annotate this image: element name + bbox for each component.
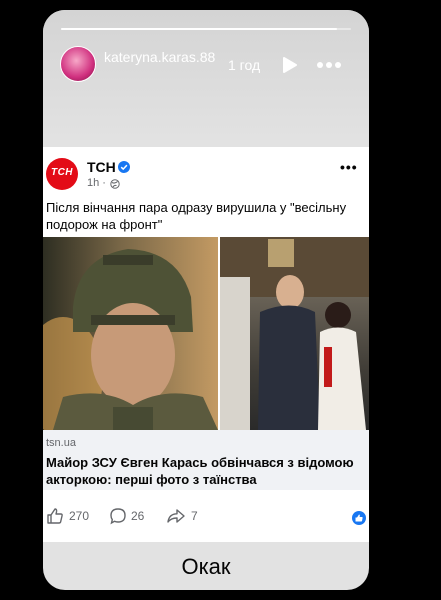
comment-icon — [110, 508, 126, 525]
story-reply-text: Окак — [181, 554, 231, 579]
page-avatar-logo-text: ТСН — [50, 167, 74, 178]
thumbs-up-icon — [47, 508, 63, 524]
link-title[interactable]: Майор ЗСУ Євген Карась обвінчався з відо… — [46, 454, 364, 488]
link-preview[interactable]: tsn.ua Майор ЗСУ Євген Карась обвінчався… — [43, 430, 369, 490]
post-time: 1h · — [87, 177, 106, 189]
facebook-post-card[interactable]: ТСН ТСН 1h · ••• Після вінчання пара одр… — [43, 147, 369, 542]
wedding-photo — [220, 237, 369, 430]
share-count: 7 — [191, 509, 198, 523]
soldier-photo — [43, 237, 218, 430]
story-progress-bar — [61, 28, 351, 30]
story-frame[interactable]: kateryna.karas.88 1 год ТСН ТСН 1h · •••… — [43, 10, 369, 590]
share-button[interactable]: 7 — [166, 507, 216, 525]
page-name[interactable]: ТСН — [87, 159, 116, 175]
comment-count: 26 — [131, 509, 145, 523]
user-avatar[interactable] — [60, 46, 96, 82]
play-icon[interactable] — [280, 56, 298, 74]
like-button[interactable]: 270 — [46, 507, 106, 525]
link-domain: tsn.ua — [46, 437, 76, 449]
more-icon[interactable] — [316, 56, 342, 74]
story-progress-fill — [61, 28, 337, 30]
share-icon — [167, 509, 185, 523]
like-reaction-icon — [352, 511, 366, 525]
post-text: Після вінчання пара одразу вирушила у "в… — [46, 200, 347, 232]
like-count: 270 — [69, 509, 90, 523]
verified-badge-icon — [118, 161, 130, 173]
comment-button[interactable]: 26 — [109, 507, 159, 525]
story-username[interactable]: kateryna.karas.88 — [104, 48, 222, 66]
page-avatar[interactable]: ТСН — [46, 158, 78, 190]
story-time: 1 год — [228, 57, 261, 73]
globe-icon — [110, 179, 120, 189]
post-options-icon[interactable]: ••• — [340, 159, 358, 175]
